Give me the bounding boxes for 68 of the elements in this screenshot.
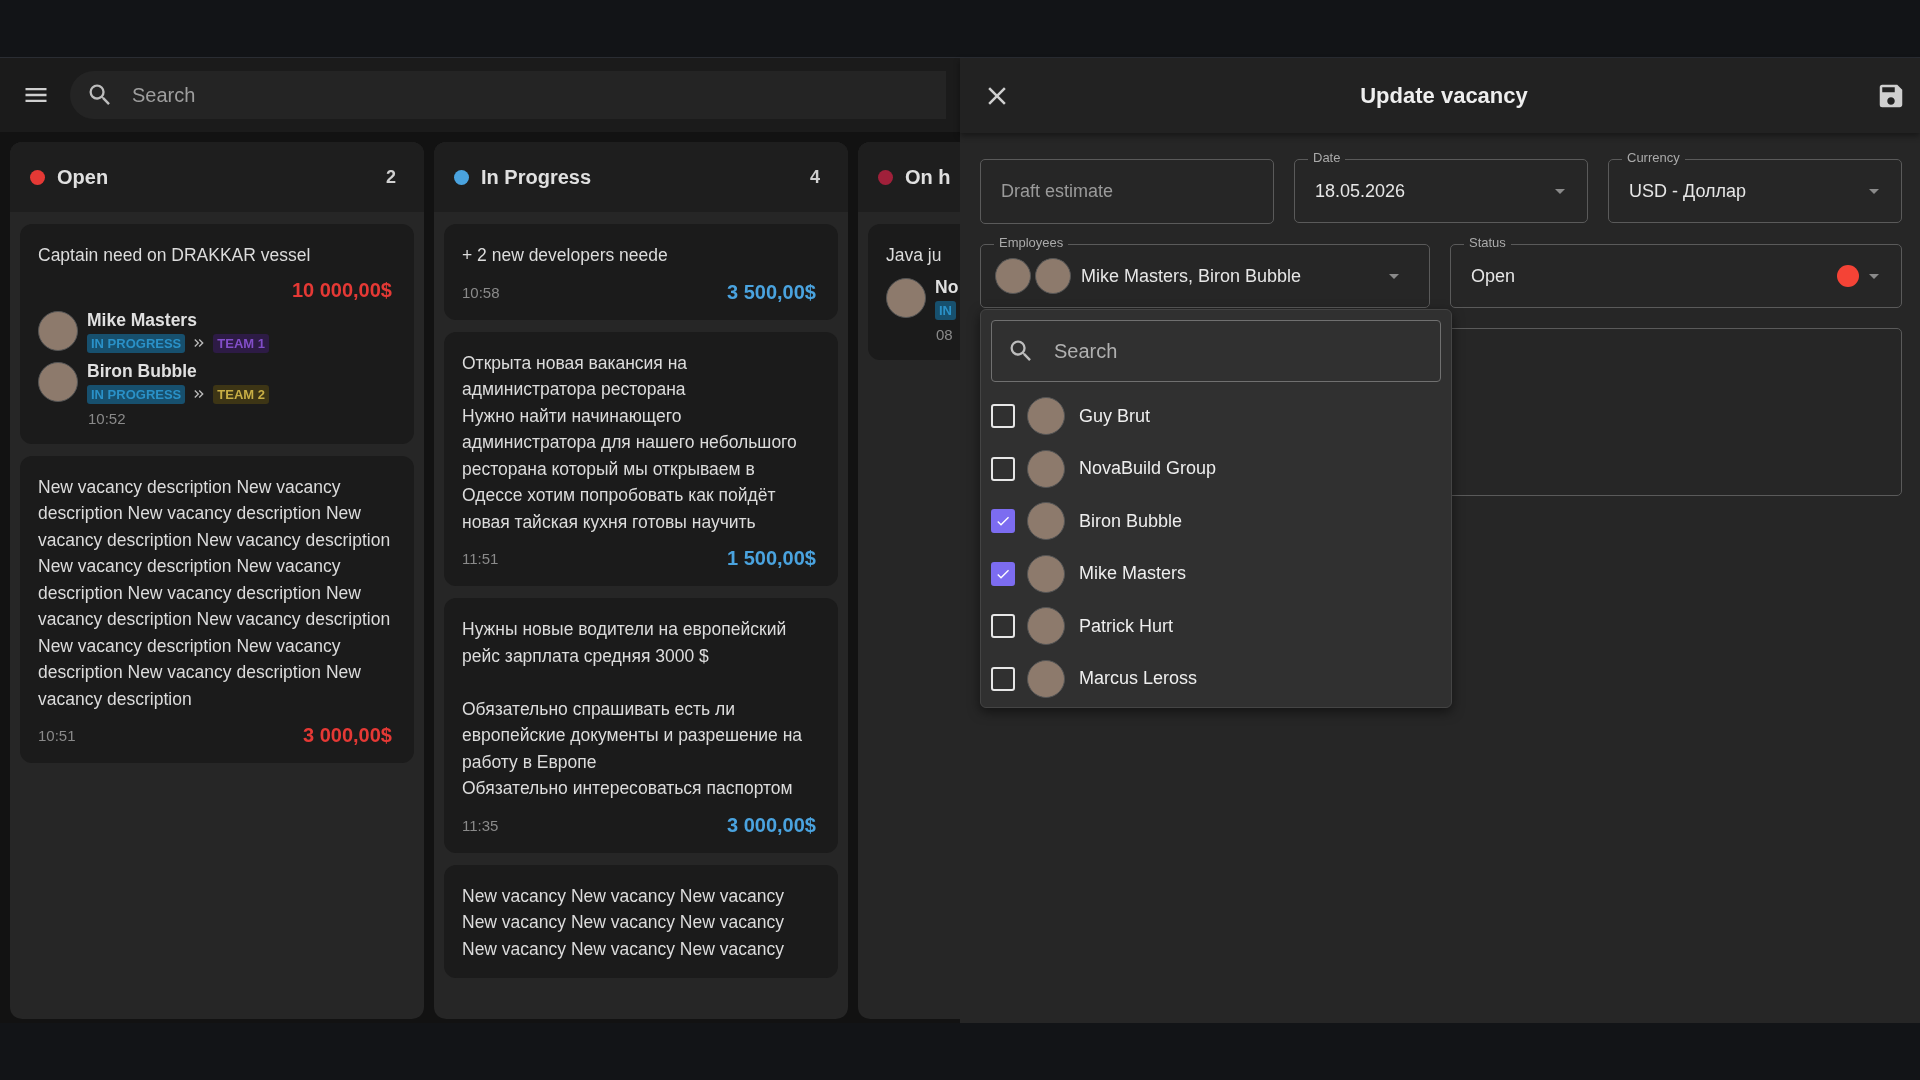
employee-option[interactable]: Mike Masters	[991, 547, 1441, 600]
time: 11:35	[462, 816, 499, 834]
avatar	[1027, 449, 1065, 488]
checkbox[interactable]	[991, 561, 1015, 586]
avatar	[1027, 502, 1065, 541]
vacancy-text: New vacancy description New vacancy description New vacancy description New vacancy description New vacancy description New vacancy description New vacancy description New vacancy description New vacancy description New vacancy description New vacancy description New vacancy description New vacancy description New vacancy description	[38, 475, 392, 711]
dropdown-caret-icon	[1869, 273, 1879, 279]
employee-name: Mike Masters	[1079, 563, 1186, 585]
employee-name: Mike Masters	[87, 309, 198, 331]
vacancy-card[interactable]: Java ju No IN 08	[868, 224, 960, 360]
vacancy-text: Нужны новые водители на европейский рейс зарплата средняя 3000 $ Обязательно спрашивать есть ли европейские документы и разрешение на работу в Европе Обязательно интересоваться паспортом	[462, 618, 804, 800]
time: 10:58	[462, 283, 500, 301]
amount: 1 500,00$	[727, 547, 816, 570]
employee-name: No	[935, 276, 959, 298]
avatar	[1027, 397, 1065, 436]
estimate-field[interactable]: Draft estimate	[980, 159, 1274, 224]
employee-name: Biron Bubble	[87, 360, 198, 382]
time: 10:51	[38, 727, 76, 744]
card-count: 4	[810, 166, 820, 188]
vacancy-text: Открыта новая вакансия на администратора ресторана Нужно найти начинающего администратора для нашего небольшого ресторана который мы открываем в Одессе хотим попробовать как пойдёт новая тайская кухня готовы научить	[462, 351, 798, 534]
employee-option[interactable]: Patrick Hurt	[991, 600, 1441, 653]
employee-option[interactable]: Marcus Leross	[991, 652, 1441, 705]
vacancy-text: + 2 new developers neede	[462, 244, 669, 267]
avatar	[1027, 554, 1065, 593]
vacancy-text: Captain need on DRAKKAR vessel	[38, 244, 312, 267]
employee-option[interactable]: NovaBuild Group	[991, 442, 1441, 495]
employee-name: NovaBuild Group	[1079, 458, 1217, 480]
dropdown-caret-icon	[1389, 273, 1399, 279]
employee-name: Guy Brut	[1079, 405, 1151, 427]
amount: 3 500,00$	[727, 280, 816, 304]
dropdown-caret-icon	[1869, 188, 1879, 194]
time: 11:51	[462, 550, 499, 567]
vacancy-text: New vacancy New vacancy New vacancy New vacancy New vacancy New vacancy New vacancy New vacancy New vacancy	[462, 884, 785, 961]
vacancy-text: Java ju	[886, 244, 943, 267]
avatar	[886, 278, 926, 318]
status-tag: TEAM 2	[213, 384, 269, 404]
employee-option[interactable]: Biron Bubble	[991, 495, 1441, 548]
column-title: In Progress	[481, 165, 592, 189]
amount: 3 000,00$	[303, 724, 392, 747]
checkbox[interactable]	[991, 509, 1015, 534]
status-tag: IN PROGRESS	[87, 384, 186, 404]
dropdown-caret-icon	[1555, 188, 1565, 194]
search-field[interactable]: Search	[70, 71, 946, 119]
column-title: Open	[57, 165, 109, 189]
amount: 3 000,00$	[727, 813, 816, 837]
avatar	[38, 311, 78, 351]
vacancy-card[interactable]: + 2 new developers neede 10:58 3 500,00$	[444, 224, 838, 320]
time: 08	[936, 325, 953, 343]
employee-name: Patrick Hurt	[1079, 615, 1174, 637]
employee-option[interactable]: Guy Brut	[991, 390, 1441, 443]
avatar	[1027, 659, 1065, 698]
search-field[interactable]: Search	[991, 320, 1441, 382]
time: 10:52	[88, 409, 126, 427]
vacancy-card[interactable]: Captain need on DRAKKAR vessel 10 000,00$ Mike Masters IN PROGRESS TEAM 1 Biron Bubble IN PROGRESS TEAM 2 10:52	[20, 224, 414, 444]
employee-name: Biron Bubble	[1079, 510, 1183, 532]
employee-name: Marcus Leross	[1079, 668, 1198, 690]
column-title: On h	[905, 165, 951, 189]
card-count: 2	[386, 166, 396, 188]
avatar	[1035, 258, 1071, 294]
vacancy-card[interactable]: New vacancy New vacancy New vacancy New vacancy New vacancy New vacancy New vacancy New vacancy New vacancy	[444, 864, 838, 978]
avatar	[38, 362, 78, 402]
status-tag: IN PROGRESS	[87, 333, 186, 353]
status-tag: IN	[935, 300, 956, 320]
avatar	[995, 258, 1031, 294]
amount: 10 000,00$	[291, 278, 392, 302]
status-tag: TEAM 1	[213, 333, 269, 353]
avatar	[1027, 607, 1065, 646]
drawer-title: Update vacancy	[1359, 82, 1529, 109]
